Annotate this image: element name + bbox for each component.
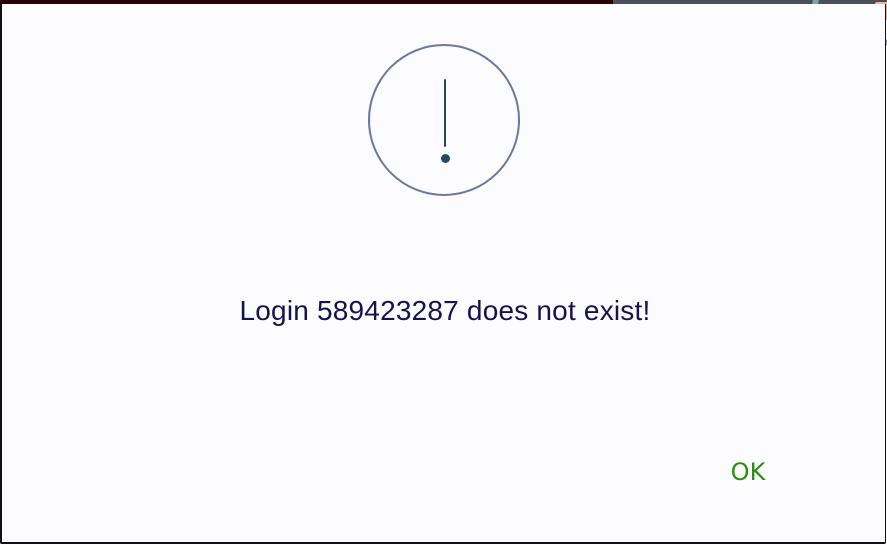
screen: Login 589423287 does not exist! OK <box>0 0 887 545</box>
exclamation-line <box>444 79 446 147</box>
exclamation-circle-icon <box>368 44 520 196</box>
ok-button[interactable]: OK <box>710 449 786 495</box>
error-message: Login 589423287 does not exist! <box>239 295 651 326</box>
exclamation-dot <box>441 154 450 163</box>
alert-dialog: Login 589423287 does not exist! OK <box>0 4 886 544</box>
